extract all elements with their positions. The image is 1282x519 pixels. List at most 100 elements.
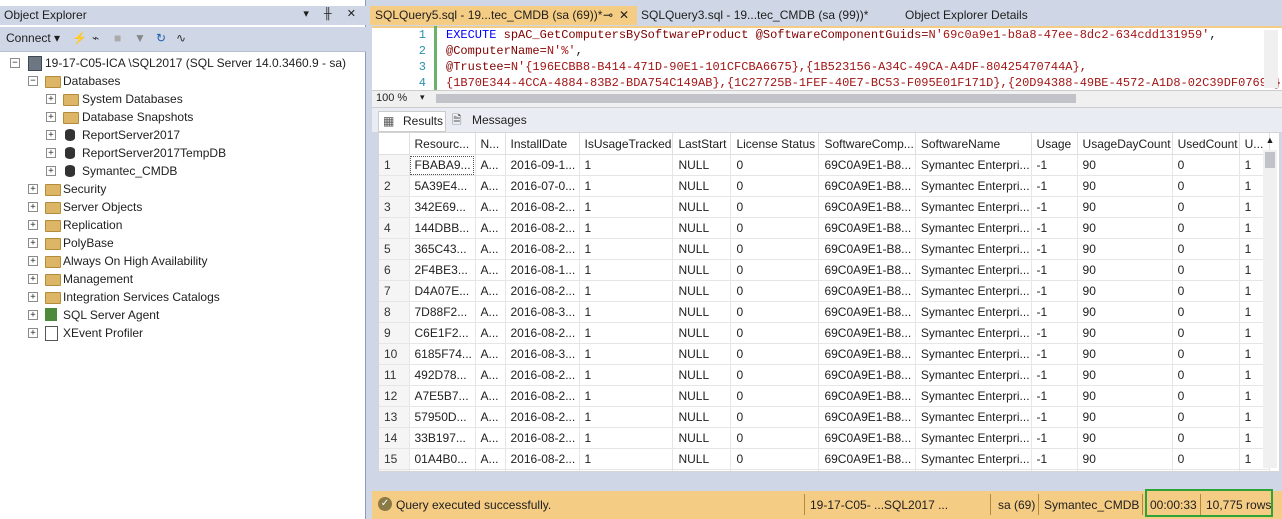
expand-icon[interactable]: + [28, 220, 38, 230]
table-cell[interactable]: FBABA9... [409, 154, 476, 176]
table-cell[interactable]: 0 [730, 448, 820, 470]
table-row[interactable]: 12 A7E5B7... A... 2016-08-2... 1 NULL 0 69C0A9E… [379, 385, 1270, 407]
table-cell[interactable]: 0 [1172, 448, 1240, 470]
table-cell[interactable]: 2016-08-3... [505, 343, 580, 365]
table-cell[interactable]: 69C0A9E1-B8... [818, 364, 916, 386]
row-number[interactable]: 6 [379, 259, 410, 281]
table-cell[interactable]: 69C0A9E1-B8... [818, 259, 916, 281]
table-cell[interactable]: 90 [1077, 238, 1173, 260]
expand-icon[interactable]: + [46, 130, 56, 140]
table-cell[interactable]: -1 [1031, 154, 1078, 176]
table-cell[interactable]: 69C0A9E1-B8... [818, 448, 916, 470]
table-cell[interactable]: NULL [672, 196, 732, 218]
table-cell[interactable]: NULL [672, 238, 732, 260]
results-vertical-scrollbar[interactable] [1263, 150, 1277, 468]
table-cell[interactable]: -1 [1031, 427, 1078, 449]
table-cell[interactable]: 2016-08-2... [505, 385, 580, 407]
table-cell[interactable]: 90 [1077, 280, 1173, 302]
row-number-header[interactable] [379, 133, 410, 155]
table-cell[interactable]: A... [475, 322, 506, 344]
table-cell[interactable]: 492D78... [409, 364, 476, 386]
table-cell[interactable]: 2016-08-2... [505, 217, 580, 239]
table-cell[interactable]: 0 [1172, 322, 1240, 344]
table-cell[interactable]: 0 [730, 301, 820, 323]
table-cell[interactable]: 0 [1172, 427, 1240, 449]
table-cell[interactable]: -1 [1031, 217, 1078, 239]
table-cell[interactable]: -1 [1031, 259, 1078, 281]
collapse-icon[interactable]: − [10, 58, 20, 68]
table-cell[interactable]: Symantec Enterpri... [915, 175, 1032, 197]
table-row[interactable]: 2 5A39E4... A... 2016-07-0... 1 NULL 0 69C0A9E1… [379, 175, 1270, 197]
table-cell[interactable]: 0 [1172, 238, 1240, 260]
row-number[interactable]: 7 [379, 280, 410, 302]
table-cell[interactable]: -1 [1031, 175, 1078, 197]
table-cell[interactable]: 1 [579, 322, 674, 344]
table-cell[interactable]: -1 [1031, 322, 1078, 344]
table-cell[interactable]: 0 [730, 322, 820, 344]
table-cell[interactable]: 90 [1077, 469, 1173, 471]
zoom-dropdown-icon[interactable]: ▾ [420, 92, 425, 103]
table-cell[interactable]: 0 [1172, 259, 1240, 281]
table-row[interactable]: 10 6185F74... A... 2016-08-3... 1 NULL 0 69C0A9… [379, 343, 1270, 365]
table-cell[interactable]: 1 [579, 469, 674, 471]
table-cell[interactable]: 1 [579, 259, 674, 281]
table-cell[interactable]: 0 [730, 343, 820, 365]
table-cell[interactable]: 2016-08-2... [505, 238, 580, 260]
table-cell[interactable]: Symantec Enterpri... [915, 406, 1032, 428]
table-cell[interactable]: NULL [672, 301, 732, 323]
table-cell[interactable]: 1 [579, 154, 674, 176]
table-row[interactable]: 16FC193D...A...2016-08-2...1NULL069C0A9E… [379, 469, 1270, 471]
row-number[interactable]: 11 [379, 364, 410, 386]
table-cell[interactable]: 0 [730, 238, 820, 260]
table-cell[interactable]: NULL [672, 322, 732, 344]
table-cell[interactable]: 144DBB... [409, 217, 476, 239]
horizontal-scrollbar-thumb[interactable] [436, 94, 1076, 103]
results-grid[interactable]: Resourc... N... InstallDate IsUsageTracked L… [378, 132, 1280, 472]
table-cell[interactable]: 2016-09-1... [505, 154, 580, 176]
table-cell[interactable]: NULL [672, 259, 732, 281]
table-cell[interactable]: 1 [579, 343, 674, 365]
filter-icon[interactable]: ▼ [134, 31, 146, 45]
table-cell[interactable]: 69C0A9E1-B8... [818, 196, 916, 218]
table-cell[interactable]: 69C0A9E1-B8... [818, 217, 916, 239]
table-cell[interactable]: Symantec Enterpri... [915, 154, 1032, 176]
table-cell[interactable]: 0 [730, 175, 820, 197]
close-icon[interactable]: ✕ [619, 6, 629, 25]
column-header[interactable]: UsageDayCount [1077, 133, 1173, 155]
table-cell[interactable]: -1 [1031, 301, 1078, 323]
table-cell[interactable]: Symantec Enterpri... [915, 385, 1032, 407]
table-cell[interactable]: Symantec Enterpri... [915, 217, 1032, 239]
table-cell[interactable]: 33B197... [409, 427, 476, 449]
column-header[interactable]: Resourc... [409, 133, 476, 155]
tab-object-explorer-details[interactable]: Object Explorer Details [900, 6, 1065, 25]
table-cell[interactable]: 2016-08-2... [505, 280, 580, 302]
query-editor[interactable]: 1 2 3 4 EXECUTE spAC_GetComputersBySoftw… [372, 26, 1282, 92]
table-cell[interactable]: Symantec Enterpri... [915, 259, 1032, 281]
table-cell[interactable]: Symantec Enterpri... [915, 238, 1032, 260]
table-cell[interactable]: 1 [579, 364, 674, 386]
zoom-level[interactable]: 100 % [376, 92, 407, 104]
pin-icon[interactable]: ⊸ [603, 6, 613, 25]
table-cell[interactable]: A... [475, 259, 506, 281]
row-number[interactable]: 5 [379, 238, 410, 260]
column-header[interactable]: SoftwareComp... [818, 133, 916, 155]
table-cell[interactable]: 1 [579, 175, 674, 197]
table-cell[interactable]: 90 [1077, 154, 1173, 176]
connect-button[interactable]: Connect ▾ [6, 31, 60, 45]
table-cell[interactable]: 0 [730, 259, 820, 281]
table-cell[interactable]: 1 [579, 196, 674, 218]
table-cell[interactable]: NULL [672, 343, 732, 365]
row-number[interactable]: 16 [379, 469, 410, 471]
row-number[interactable]: 1 [379, 154, 410, 176]
table-cell[interactable]: Symantec Enterpri... [915, 301, 1032, 323]
expand-icon[interactable]: + [28, 238, 38, 248]
table-cell[interactable]: A... [475, 217, 506, 239]
panel-window-buttons[interactable]: ▾ ╫ ✕ [303, 7, 362, 20]
expand-icon[interactable]: + [28, 202, 38, 212]
table-cell[interactable]: NULL [672, 175, 732, 197]
column-header[interactable]: N... [475, 133, 506, 155]
table-cell[interactable]: 2016-08-1... [505, 259, 580, 281]
table-cell[interactable]: 0 [1172, 343, 1240, 365]
table-cell[interactable]: 7D88F2... [409, 301, 476, 323]
table-cell[interactable]: A... [475, 175, 506, 197]
